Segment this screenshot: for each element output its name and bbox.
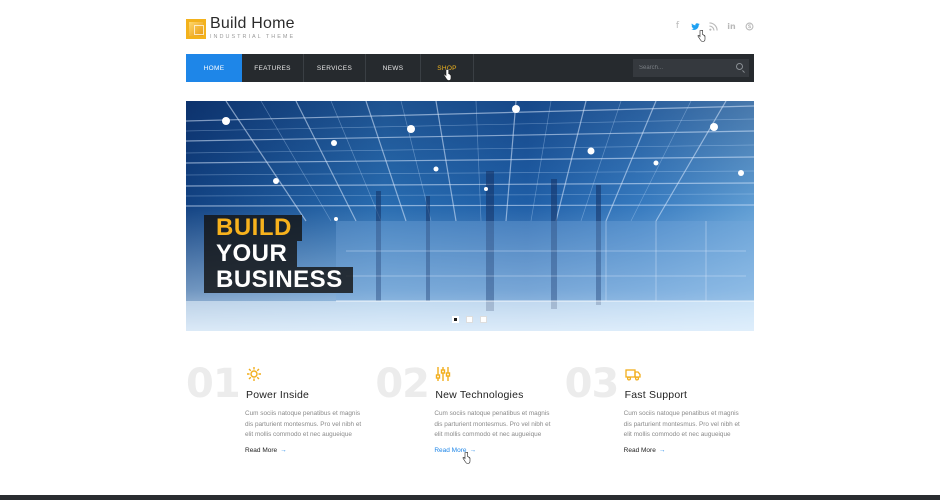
truck-icon bbox=[625, 366, 641, 382]
sliders-icon bbox=[435, 366, 451, 382]
feature-title: Fast Support bbox=[624, 389, 688, 401]
read-more-label: Read More bbox=[245, 447, 278, 454]
feature-number: 03 bbox=[564, 361, 620, 407]
site-logo[interactable]: Build Home INDUSTRIAL THEME bbox=[186, 16, 295, 41]
social-links: f in bbox=[673, 22, 754, 31]
search-icon[interactable] bbox=[736, 63, 743, 70]
skype-icon[interactable] bbox=[745, 22, 754, 31]
slider-pagination bbox=[452, 316, 487, 323]
logo-icon bbox=[186, 18, 206, 39]
main-nav: HOME FEATURES SERVICES NEWS SHOP bbox=[186, 54, 754, 82]
pointer-cursor-icon bbox=[443, 69, 452, 81]
search-input[interactable] bbox=[639, 65, 729, 71]
feature-text: Cum sociis natoque penatibus et magnis d… bbox=[245, 410, 362, 438]
site-header: Build Home INDUSTRIAL THEME f in bbox=[186, 14, 754, 48]
nav-item-news[interactable]: NEWS bbox=[366, 54, 421, 82]
read-more-label: Read More bbox=[623, 447, 656, 454]
feature-number: 01 bbox=[186, 361, 241, 407]
slider-dot-2[interactable] bbox=[466, 316, 473, 323]
feature-card: 03 Fast Support Cum sociis natoque penat… bbox=[565, 362, 754, 472]
slider-dot-3[interactable] bbox=[480, 316, 487, 323]
feature-card: 01 Power Inside Cum sociis natoque penat… bbox=[186, 362, 375, 472]
nav-item-home[interactable]: HOME bbox=[186, 54, 242, 82]
logo-subtitle: INDUSTRIAL THEME bbox=[210, 34, 296, 40]
feature-title: Power Inside bbox=[246, 389, 310, 401]
logo-title: Build Home bbox=[210, 15, 295, 32]
feature-title: New Technologies bbox=[435, 389, 524, 401]
search-box bbox=[633, 59, 749, 77]
hero-line-1: BUILD bbox=[204, 215, 302, 241]
gear-icon bbox=[246, 366, 262, 382]
feature-text: Cum sociis natoque penatibus et magnis d… bbox=[623, 410, 740, 438]
nav-item-services[interactable]: SERVICES bbox=[304, 54, 366, 82]
feature-number: 02 bbox=[375, 361, 430, 407]
hero-line-3: BUSINESS bbox=[204, 267, 353, 293]
pointer-cursor-icon bbox=[462, 452, 471, 464]
hero-slider[interactable]: BUILD YOUR BUSINESS bbox=[186, 101, 754, 331]
rss-icon[interactable] bbox=[709, 22, 718, 31]
nav-item-features[interactable]: FEATURES bbox=[242, 54, 304, 82]
pointer-cursor-icon bbox=[697, 30, 706, 42]
facebook-icon[interactable]: f bbox=[673, 22, 682, 31]
hero-caption: BUILD YOUR BUSINESS bbox=[204, 215, 353, 293]
read-more-link[interactable]: Read More → bbox=[245, 447, 287, 454]
hero-line-2: YOUR bbox=[204, 241, 298, 267]
slider-dot-1[interactable] bbox=[452, 316, 459, 323]
footer-bar bbox=[0, 495, 940, 500]
arrow-right-icon: → bbox=[658, 447, 666, 454]
arrow-right-icon: → bbox=[280, 447, 287, 454]
feature-text: Cum sociis natoque penatibus et magnis d… bbox=[434, 410, 551, 438]
read-more-link[interactable]: Read More → bbox=[624, 447, 666, 454]
linkedin-icon[interactable]: in bbox=[727, 22, 736, 31]
